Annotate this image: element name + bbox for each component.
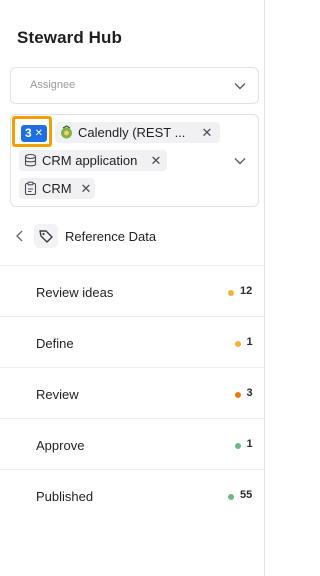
remove-chip-icon[interactable]: ✕ xyxy=(201,122,213,143)
filter-chip-label: Calendly (REST ... xyxy=(78,125,186,140)
chevron-down-icon[interactable] xyxy=(234,157,246,165)
filter-chip-crm-application[interactable]: CRM application ✕ xyxy=(19,150,167,171)
filter-chip-label: CRM xyxy=(42,181,72,196)
status-dot xyxy=(234,443,241,449)
stage-row[interactable]: Define 1 xyxy=(0,316,264,367)
stage-count: 3 xyxy=(246,387,253,399)
filter-chip-crm[interactable]: CRM ✕ xyxy=(19,178,95,199)
stage-label: Published xyxy=(36,489,94,504)
clear-all-icon[interactable]: ✕ xyxy=(31,125,43,142)
breadcrumb: Reference Data xyxy=(0,222,264,252)
breadcrumb-label[interactable]: Reference Data xyxy=(65,229,156,244)
status-dot xyxy=(234,392,241,398)
stage-row[interactable]: Published 55 xyxy=(0,469,264,520)
chevron-down-icon xyxy=(234,83,246,90)
stage-row[interactable]: Review ideas 12 xyxy=(0,265,264,316)
database-icon xyxy=(24,153,37,167)
filter-select[interactable]: 3 ✕ Calendly (REST ... ✕ CRM application… xyxy=(10,114,259,207)
assignee-select[interactable]: Assignee xyxy=(10,67,259,104)
tag-icon xyxy=(34,224,58,248)
assignee-placeholder: Assignee xyxy=(30,79,76,91)
remove-chip-icon[interactable]: ✕ xyxy=(150,150,162,171)
stage-count: 55 xyxy=(240,489,253,501)
status-dot xyxy=(228,494,234,500)
stage-row[interactable]: Approve 1 xyxy=(0,418,264,469)
status-dot xyxy=(234,341,241,347)
page-title: Steward Hub xyxy=(17,28,123,47)
selected-count-badge[interactable]: 3 ✕ xyxy=(12,116,52,147)
app-integration-icon xyxy=(61,125,72,139)
stage-count: 1 xyxy=(246,336,253,348)
workflow-stage-list: Review ideas 12 Define 1 Review 3 Approve 1 Publ… xyxy=(0,265,264,520)
stage-row[interactable]: Review 3 xyxy=(0,367,264,418)
status-dot xyxy=(228,290,234,296)
stage-label: Define xyxy=(36,336,74,351)
stage-label: Approve xyxy=(36,438,85,453)
panel-divider xyxy=(264,0,265,576)
stage-label: Review xyxy=(36,387,79,402)
stage-count: 12 xyxy=(240,285,253,297)
clipboard-icon xyxy=(24,181,37,196)
filter-chip-label: CRM application xyxy=(42,153,138,168)
remove-chip-icon[interactable]: ✕ xyxy=(80,178,92,199)
stage-label: Review ideas xyxy=(36,285,114,300)
stage-count: 1 xyxy=(246,438,253,450)
chevron-left-icon[interactable] xyxy=(14,229,26,243)
filter-chip-calendly[interactable]: Calendly (REST ... ✕ xyxy=(55,122,220,143)
